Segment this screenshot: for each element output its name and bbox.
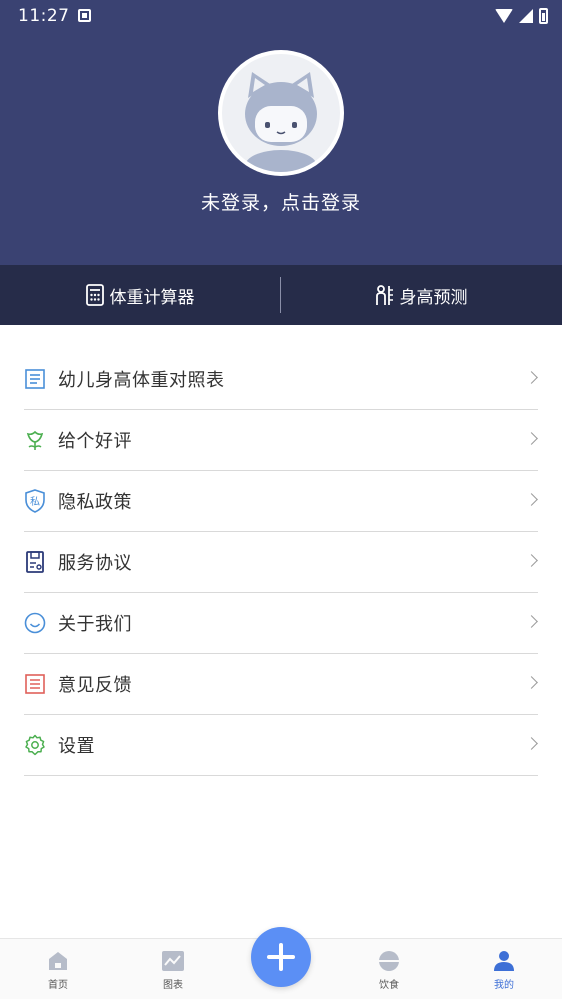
status-icons <box>495 6 548 26</box>
menu-item-label: 意见反馈 <box>58 675 132 696</box>
menu-item-feedback[interactable]: 意见反馈 <box>24 654 538 715</box>
chevron-right-icon <box>525 676 538 689</box>
weight-calculator-label: 体重计算器 <box>109 287 195 308</box>
profile-header: 11:27 未登录，点击登录 <box>0 0 562 265</box>
height-prediction-button[interactable]: 身高预测 <box>281 265 562 325</box>
nav-mine[interactable]: 我的 <box>464 939 544 999</box>
menu-item-label: 设置 <box>58 736 95 757</box>
avatar-button[interactable] <box>218 50 344 176</box>
cat-avatar-icon <box>245 72 317 172</box>
menu-item-height-weight-chart[interactable]: 幼儿身高体重对照表 <box>24 349 538 410</box>
status-bar: 11:27 <box>0 0 562 32</box>
chevron-right-icon <box>525 371 538 384</box>
weight-calculator-button[interactable]: 体重计算器 <box>0 265 280 325</box>
calculator-icon <box>85 284 104 306</box>
signal-icon <box>519 9 533 23</box>
menu-item-about-us[interactable]: 关于我们 <box>24 593 538 654</box>
home-icon <box>49 952 67 970</box>
bowl-icon <box>379 951 399 971</box>
menu-item-label: 服务协议 <box>58 553 132 574</box>
height-scale-icon <box>375 285 393 305</box>
table-icon <box>24 368 46 390</box>
notification-icon <box>78 9 91 22</box>
chevron-right-icon <box>525 493 538 506</box>
nav-diet-label: 饮食 <box>379 980 399 991</box>
height-prediction-label: 身高预测 <box>399 287 468 308</box>
chevron-right-icon <box>525 737 538 750</box>
menu-item-label: 隐私政策 <box>58 492 132 513</box>
menu-item-settings[interactable]: 设置 <box>24 715 538 776</box>
tools-bar: 体重计算器 身高预测 <box>0 265 562 325</box>
nav-mine-label: 我的 <box>494 980 514 991</box>
nav-chart-label: 图表 <box>163 980 183 991</box>
feedback-icon <box>24 673 46 695</box>
menu-item-service-agreement[interactable]: 服务协议 <box>24 532 538 593</box>
nav-home[interactable]: 首页 <box>18 939 98 999</box>
settings-menu: 幼儿身高体重对照表 给个好评 私 隐私政策 服务协议 关于我们 意见反馈 设置 <box>24 349 538 776</box>
login-prompt[interactable]: 未登录，点击登录 <box>0 188 562 215</box>
nav-diet[interactable]: 饮食 <box>349 939 429 999</box>
privacy-shield-icon: 私 <box>24 489 46 513</box>
battery-icon <box>539 8 548 24</box>
menu-item-rate-us[interactable]: 给个好评 <box>24 410 538 471</box>
nav-chart[interactable]: 图表 <box>133 939 213 999</box>
smile-icon <box>24 612 46 634</box>
menu-item-label: 关于我们 <box>58 614 132 635</box>
menu-item-privacy-policy[interactable]: 私 隐私政策 <box>24 471 538 532</box>
add-record-button[interactable] <box>251 927 311 987</box>
chevron-right-icon <box>525 615 538 628</box>
menu-item-label: 给个好评 <box>58 431 132 452</box>
avatar <box>222 54 340 172</box>
document-icon <box>24 551 46 573</box>
flower-icon <box>24 429 46 451</box>
chevron-right-icon <box>525 432 538 445</box>
user-icon <box>494 951 514 971</box>
gear-icon <box>24 734 46 756</box>
nav-home-label: 首页 <box>48 980 68 991</box>
chevron-right-icon <box>525 554 538 567</box>
menu-item-label: 幼儿身高体重对照表 <box>58 370 225 391</box>
svg-text:私: 私 <box>30 496 40 508</box>
chart-icon <box>162 951 184 971</box>
status-time: 11:27 <box>18 6 70 26</box>
wifi-icon <box>495 9 513 23</box>
